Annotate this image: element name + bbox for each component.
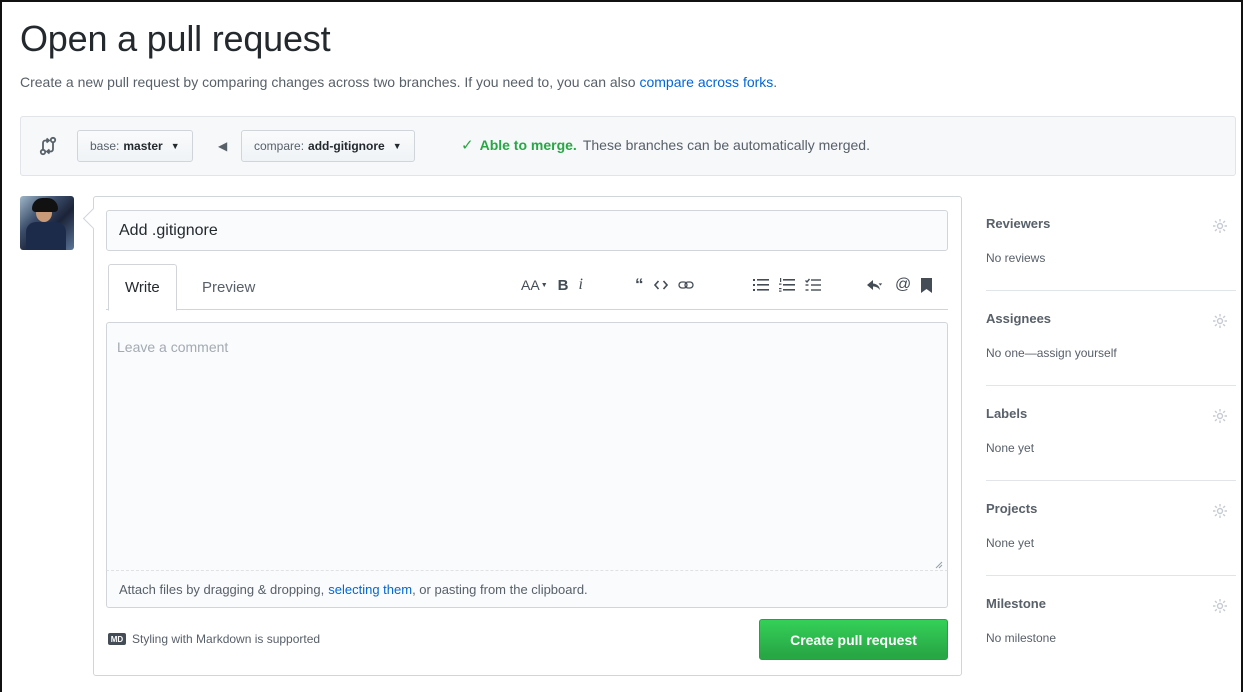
selecting-them-link[interactable]: selecting them: [328, 582, 412, 597]
task-list-icon[interactable]: [805, 275, 821, 295]
discussion-sidebar: Reviewers No reviews Assignees No one—as…: [986, 196, 1236, 671]
merge-status: ✓ Able to merge. These branches can be a…: [461, 136, 870, 154]
bookmark-icon[interactable]: [921, 275, 933, 295]
sidebar-value: No milestone: [986, 631, 1057, 645]
file-attach-zone[interactable]: Attach files by dragging & dropping, sel…: [106, 570, 948, 608]
tab-preview[interactable]: Preview: [186, 264, 271, 310]
gear-icon[interactable]: [1212, 313, 1228, 329]
branch-range-editor: base: master ▼ ◀ compare: add-gitignore …: [20, 116, 1236, 176]
markdown-note[interactable]: MD Styling with Markdown is supported: [108, 632, 320, 646]
sidebar-value: No reviews: [986, 251, 1046, 265]
page-subtitle: Create a new pull request by comparing c…: [20, 74, 777, 90]
avatar-hair: [32, 198, 58, 212]
sidebar-heading[interactable]: Projects: [986, 501, 1037, 516]
base-branch-selector[interactable]: base: master ▼: [77, 130, 193, 162]
toolbar-list-group: [748, 275, 826, 295]
compare-prefix: compare:: [254, 139, 305, 153]
toolbar-misc-group: @: [862, 275, 937, 295]
sidebar-value[interactable]: No one—assign yourself: [986, 346, 1117, 360]
compare-branch-name: add-gitignore: [308, 139, 385, 153]
avatar[interactable]: [20, 196, 74, 250]
gear-icon[interactable]: [1212, 503, 1228, 519]
italic-icon[interactable]: i: [578, 275, 582, 295]
gear-icon[interactable]: [1212, 408, 1228, 424]
sidebar-heading[interactable]: Assignees: [986, 311, 1051, 326]
header-icon-glyph: AA: [521, 277, 540, 293]
sidebar-heading[interactable]: Labels: [986, 406, 1027, 421]
attach-suffix: , or pasting from the clipboard.: [412, 581, 588, 597]
resize-handle-icon[interactable]: [933, 556, 943, 569]
sidebar-projects: Projects None yet: [986, 481, 1236, 576]
compare-across-forks-link[interactable]: compare across forks: [639, 74, 773, 90]
sidebar-reviewers: Reviewers No reviews: [986, 196, 1236, 291]
code-icon[interactable]: [653, 275, 668, 295]
sidebar-value: None yet: [986, 441, 1035, 455]
sidebar-heading[interactable]: Milestone: [986, 596, 1046, 611]
sidebar-labels: Labels None yet: [986, 386, 1236, 481]
sidebar-heading[interactable]: Reviewers: [986, 216, 1050, 231]
avatar-body: [26, 222, 66, 250]
header-text-icon[interactable]: AA ▼: [521, 275, 548, 295]
tab-write[interactable]: Write: [108, 264, 177, 311]
toolbar-insert-group: “: [630, 275, 699, 295]
create-pull-request-button[interactable]: Create pull request: [759, 619, 948, 660]
markdown-icon: MD: [108, 633, 126, 645]
gear-icon[interactable]: [1212, 218, 1228, 234]
reply-icon[interactable]: [867, 275, 885, 295]
comment-textarea[interactable]: Leave a comment: [106, 322, 948, 570]
caret-down-icon: ▼: [392, 141, 402, 151]
sidebar-value: None yet: [986, 536, 1035, 550]
bold-icon[interactable]: B: [558, 275, 569, 295]
caret-down-icon: ▼: [540, 281, 548, 289]
sidebar-milestone: Milestone No milestone: [986, 576, 1236, 671]
check-icon: ✓: [461, 137, 474, 154]
merge-ok-label: Able to merge.: [479, 137, 577, 153]
quote-icon[interactable]: “: [635, 275, 644, 295]
subtitle-text: Create a new pull request by comparing c…: [20, 74, 640, 90]
unordered-list-icon[interactable]: [753, 275, 769, 295]
merge-status-text: These branches can be automatically merg…: [582, 137, 870, 153]
mention-icon[interactable]: @: [895, 275, 911, 295]
base-branch-name: master: [123, 139, 163, 153]
caret-down-icon: ▼: [170, 141, 180, 151]
attach-prefix: Attach files by dragging & dropping,: [119, 581, 325, 597]
compare-branch-selector[interactable]: compare: add-gitignore ▼: [241, 130, 415, 162]
base-prefix: base:: [90, 139, 120, 153]
toolbar-text-group: AA ▼ B i: [516, 275, 588, 295]
markdown-note-text: Styling with Markdown is supported: [132, 632, 321, 646]
ordered-list-icon[interactable]: [779, 275, 795, 295]
sidebar-assignees: Assignees No one—assign yourself: [986, 291, 1236, 386]
link-icon[interactable]: [677, 275, 694, 295]
gear-icon[interactable]: [1212, 598, 1228, 614]
arrow-left-icon: ◀: [218, 139, 228, 153]
page-title: Open a pull request: [20, 18, 331, 59]
comment-placeholder: Leave a comment: [117, 339, 229, 355]
git-compare-icon: [38, 135, 58, 157]
pr-title-input[interactable]: Add .gitignore: [106, 210, 948, 251]
subtitle-end: .: [773, 74, 778, 90]
